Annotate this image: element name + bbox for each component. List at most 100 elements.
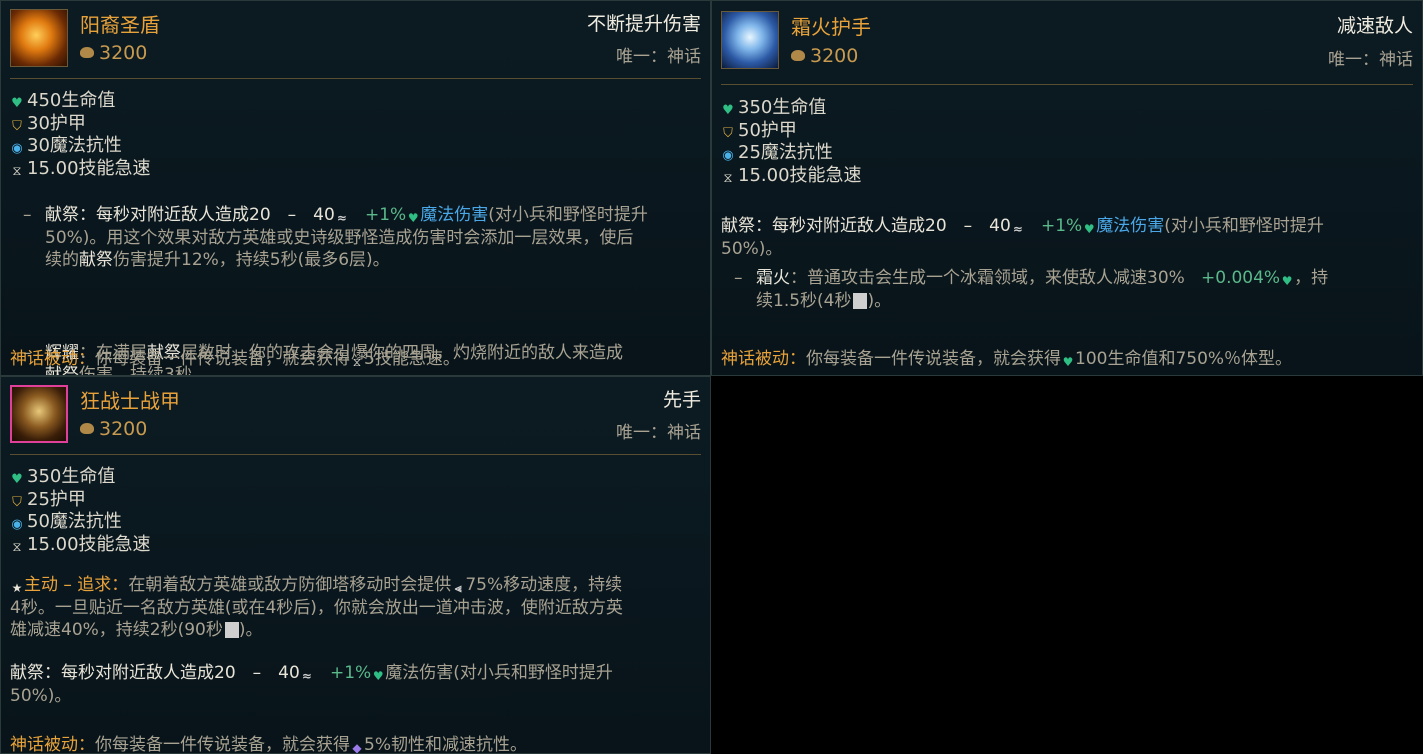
stat-ability-haste: ⧖ 15.00技能急速	[10, 158, 150, 181]
passive-immolate: 献祭：每秒对附近敌人造成20 – 40≈ +1%♥魔法伤害(对小兵和野怪时提升 …	[10, 662, 705, 707]
item-cost: 3200	[80, 42, 147, 64]
text: +0.004%	[1201, 268, 1281, 288]
text: 你每装备一件传说装备，就会获得	[806, 349, 1061, 369]
stat-text: 350生命值	[738, 97, 827, 118]
cost-value: 3200	[99, 42, 148, 64]
item-tag: 先手	[662, 389, 701, 411]
move-speed-icon: ⪡	[454, 581, 462, 595]
divider	[721, 84, 1413, 85]
text: 在朝着敌方英雄或敌方防御塔移动时会提供	[128, 575, 452, 595]
text: 100生命值和750%％体型。	[1075, 349, 1293, 369]
passive-immolate: 献祭：每秒对附近敌人造成20 – 40≈ +1%♥魔法伤害(对小兵和野怪时提升 …	[721, 215, 1416, 260]
magic-resist-icon: ◉	[11, 517, 23, 532]
heart-icon: ♥	[11, 472, 23, 487]
stat-ability-haste: ⧖ 15.00技能急速	[10, 534, 150, 557]
item-unique: 唯一：神话	[1328, 50, 1413, 70]
mythic-label: 神话被动：	[721, 349, 806, 369]
item-name: 霜火护手	[791, 15, 871, 39]
stat-text: 30魔法抗性	[27, 135, 122, 156]
text: 5技能急速。	[364, 349, 460, 369]
item-cost: 3200	[791, 45, 858, 67]
heart-icon: ♥	[1062, 355, 1074, 369]
item-tooltip-berserker: 狂战士战甲 3200 先手 唯一：神话 ♥ 350生命值 ⛉ 25护甲 ◉ 50魔法抗…	[0, 376, 711, 754]
text: 魔法伤害	[420, 205, 489, 225]
heart-icon: ♥	[722, 103, 734, 118]
text: (对小兵和野怪时提升	[488, 205, 648, 225]
item-name: 阳裔圣盾	[80, 13, 160, 37]
star-icon: ★	[11, 581, 23, 595]
divider	[10, 78, 701, 79]
sunfire-aegis-icon	[10, 9, 68, 67]
stat-health: ♥ 450生命值	[10, 90, 151, 113]
mythic-passive: 神话被动：你每装备一件传说装备，就会获得 ⧖ 5技能急速。	[10, 344, 460, 369]
text: 雄减速40%，持续2秒(90秒	[10, 620, 223, 640]
text: )。	[238, 620, 263, 640]
stat-text: 50护甲	[738, 119, 797, 141]
item-cost: 3200	[80, 418, 147, 440]
text: 4秒。一旦贴近一名敌方英雄(或在4秒后)，你就会放出一道冲击波，使附近敌方英	[10, 597, 623, 618]
cost-value: 3200	[810, 45, 859, 67]
text: 魔法伤害	[1096, 216, 1165, 236]
text: )。	[867, 290, 892, 311]
ability-power-icon: ≈	[1012, 222, 1023, 236]
stat-text: 30护甲	[27, 112, 86, 134]
ability-power-icon: ≈	[336, 211, 347, 225]
stat-health: ♥ 350生命值	[721, 97, 862, 120]
item-unique: 唯一：神话	[616, 423, 701, 443]
active-pursuit: ★主动 – 追求：在朝着敌方英雄或敌方防御塔移动时会提供 ⪡ 75%移动速度，持续 …	[10, 574, 705, 642]
text: 50%)。	[721, 238, 783, 259]
turbo-chemtank-icon	[10, 385, 68, 443]
cooldown-icon	[853, 292, 868, 309]
text: +1%	[329, 663, 372, 683]
divider	[10, 454, 701, 455]
mythic-passive: 神话被动：你每装备一件传说装备，就会获得 ♥100生命值和750%％体型。	[721, 344, 1292, 369]
item-tooltip-frostfire: 霜火护手 3200 减速敌人 唯一：神话 ♥ 350生命值 ⛉ 50护甲 ◉ 25魔法…	[711, 0, 1423, 376]
stat-text: 25护甲	[27, 488, 86, 510]
text: 献祭：每秒对附近敌人造成20 – 40	[721, 216, 1011, 236]
item-tag: 减速敌人	[1336, 15, 1413, 37]
mythic-label: 神话被动：	[10, 735, 95, 754]
text: ，持	[1294, 268, 1329, 288]
text: 献祭：每秒对附近敌人造成20 – 40	[45, 205, 335, 225]
passive-frostfire: 霜火：普通攻击会生成一个冰霜领域，来使敌人减速30% +0.004%♥，持 续1…	[721, 267, 1422, 312]
stat-text: 50魔法抗性	[27, 511, 122, 532]
stat-ability-haste: ⧖ 15.00技能急速	[721, 164, 862, 188]
stats-list: ♥ 450生命值 ⛉ 30护甲 ◉ 30魔法抗性 ⧖ 15.00技能急速	[10, 90, 151, 181]
stat-armor: ⛉ 30护甲	[10, 113, 151, 136]
stat-magic-resist: ◉ 25魔法抗性	[721, 142, 862, 165]
gold-coin-icon	[80, 423, 94, 434]
frostfire-gauntlet-icon	[721, 11, 779, 69]
text: 你每装备一件传说装备，就会获得	[95, 735, 350, 754]
cost-value: 3200	[99, 418, 148, 440]
shield-icon: ⛉	[12, 118, 22, 134]
text: +1%	[1040, 216, 1083, 236]
stats-list: ♥ 350生命值 ⛉ 50护甲 ◉ 25魔法抗性 ⧖ 15.00技能急速	[721, 97, 862, 188]
hourglass-icon: ⧖	[12, 539, 22, 555]
shield-icon: ⛉	[723, 125, 733, 141]
text: 霜火	[756, 268, 790, 288]
cooldown-icon	[224, 622, 239, 638]
text: 你每装备一件传说装备，就会获得	[95, 349, 350, 369]
heart-icon: ♥	[372, 669, 384, 683]
stat-health: ♥ 350生命值	[10, 466, 151, 489]
stat-text: 350生命值	[27, 466, 116, 487]
gold-coin-icon	[80, 47, 94, 58]
stat-text: 15.00技能急速	[738, 164, 862, 186]
stat-armor: ⛉ 25护甲	[10, 489, 151, 512]
text: (对小兵和野怪时提升	[1164, 216, 1324, 236]
item-tag: 不断提升伤害	[586, 13, 701, 35]
text: +1%	[364, 205, 407, 225]
stat-text: 25魔法抗性	[738, 142, 833, 163]
text: 50%)。用这个效果对敌方英雄或史诗级野怪造成伤害时会添加一层效果，使后	[45, 227, 634, 248]
stat-magic-resist: ◉ 30魔法抗性	[10, 135, 151, 158]
gold-coin-icon	[791, 50, 805, 61]
tenacity-icon: ◆	[352, 741, 362, 754]
mythic-label: 神话被动：	[10, 349, 95, 369]
stat-text: 450生命值	[27, 90, 116, 111]
text: 续1.5秒(4秒	[756, 290, 852, 311]
text: 5%韧性和减速抗性。	[364, 735, 527, 754]
ability-power-icon: ≈	[301, 669, 312, 683]
text: ：普通攻击会生成一个冰霜领域，来使敌人减速30%	[790, 268, 1185, 288]
shield-icon: ⛉	[12, 494, 22, 510]
heart-icon: ♥	[407, 211, 419, 225]
